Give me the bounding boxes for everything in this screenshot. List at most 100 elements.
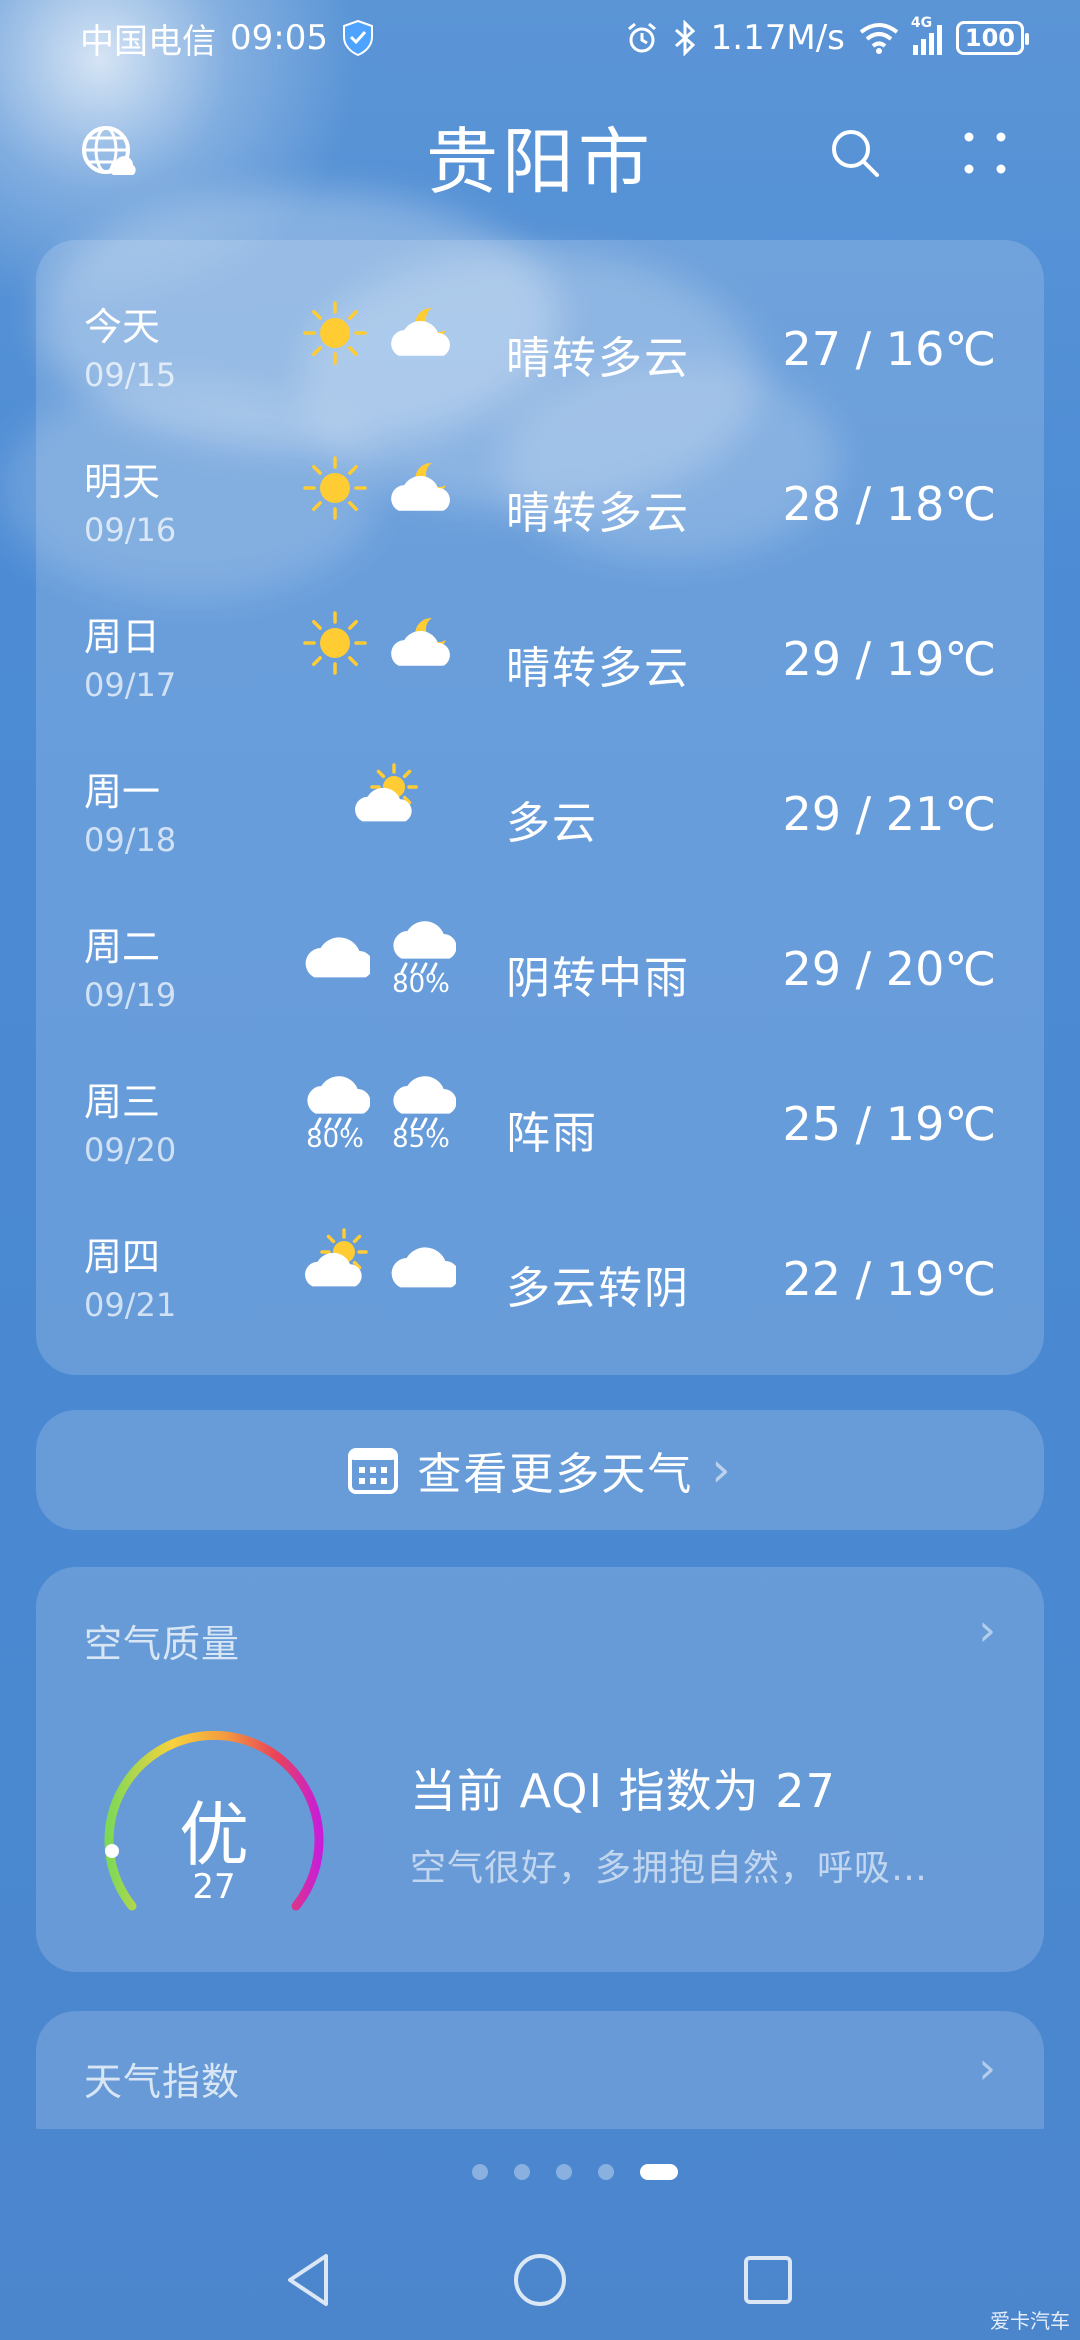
day-date: 09/19: [84, 976, 177, 1014]
day-name: 周二: [84, 925, 161, 969]
recent-square-icon: [744, 2256, 792, 2304]
page-indicator: [0, 2164, 1080, 2180]
status-bar: 中国电信 09:05 1.17M/s 4G 100: [0, 0, 1080, 76]
condition-label: 晴转多云: [506, 333, 690, 384]
aqi-level: 优: [179, 1794, 249, 1876]
rain-icon: 85%: [386, 1073, 456, 1153]
temperature-range: 29 / 21℃: [782, 787, 996, 841]
forecast-row[interactable]: 周二 09/19 80% 阴转中雨 29 / 20℃: [36, 892, 1044, 1047]
globe-cloud-icon: [82, 126, 136, 175]
navigation-bar: [0, 2240, 1080, 2320]
chevron-right-icon: ›: [978, 1605, 996, 1656]
forecast-day: 周三 09/20: [84, 1077, 176, 1173]
chevron-right-icon: ›: [711, 1442, 733, 1498]
back-triangle-icon: [288, 2254, 328, 2306]
partly-cloudy-day-icon: [300, 1228, 370, 1298]
recent-apps-button[interactable]: [728, 2240, 808, 2320]
condition-label: 多云转阴: [506, 1263, 690, 1314]
home-circle-icon: [514, 2254, 566, 2306]
page-dot: [514, 2164, 530, 2180]
more-weather-button[interactable]: 查看更多天气 ›: [36, 1410, 1044, 1530]
air-quality-card[interactable]: 空气质量 › 优 27 当前 AQI 指数为 27 空气很好，多拥抱自然，呼吸…: [36, 1567, 1044, 1972]
air-quality-title: 空气质量: [84, 1622, 241, 1666]
temperature-range: 25 / 19℃: [782, 1097, 996, 1151]
aqi-headline: 当前 AQI 指数为 27: [410, 1764, 836, 1818]
temperature-range: 29 / 20℃: [782, 942, 996, 996]
day-name: 周一: [84, 770, 161, 814]
condition-label: 晴转多云: [506, 643, 690, 694]
clock: 09:05: [230, 18, 328, 58]
weather-icons: 80% 85%: [286, 1073, 486, 1183]
forecast-row[interactable]: 周日 09/17 晴转多云 29 / 19℃: [36, 582, 1044, 737]
search-button[interactable]: [820, 118, 890, 188]
sunny-icon: [300, 298, 370, 368]
precipitation-label: 80%: [392, 969, 450, 999]
forecast-day: 周四 09/21: [84, 1232, 176, 1328]
cloudy-icon: [300, 918, 370, 988]
day-date: 09/17: [84, 666, 177, 704]
shield-icon: [342, 20, 373, 56]
sunny-icon: [300, 453, 370, 523]
search-icon: [832, 130, 879, 177]
forecast-row[interactable]: 今天 09/15 晴转多云 27 / 16℃: [36, 272, 1044, 427]
bluetooth-icon: [674, 20, 695, 56]
chevron-right-icon: ›: [978, 2043, 996, 2094]
forecast-day: 明天 09/16: [84, 457, 176, 553]
city-manage-button[interactable]: [74, 118, 144, 188]
forecast-card: 今天 09/15 晴转多云 27 / 16℃ 明天 09/16 晴转多云 28 …: [36, 240, 1044, 1375]
weather-icons: [286, 298, 486, 408]
weather-icons: 80%: [286, 918, 486, 1028]
cell-signal-icon: 4G: [911, 15, 942, 55]
wifi-icon: [859, 23, 899, 54]
condition-label: 阵雨: [506, 1108, 598, 1159]
rain-icon: 80%: [386, 918, 456, 998]
condition-label: 多云: [506, 798, 598, 849]
more-options-button[interactable]: [950, 118, 1020, 188]
rain-icon: 80%: [300, 1073, 370, 1153]
forecast-row[interactable]: 周四 09/21 多云转阴 22 / 19℃: [36, 1202, 1044, 1357]
temperature-range: 29 / 19℃: [782, 632, 996, 686]
weather-index-title: 天气指数: [84, 2060, 241, 2104]
condition-label: 阴转中雨: [506, 953, 690, 1004]
city-title: 贵阳市: [425, 119, 654, 204]
partly-cloudy-night-icon: [386, 453, 456, 523]
day-name: 今天: [84, 305, 161, 349]
day-name: 周日: [84, 615, 161, 659]
precipitation-label: 80%: [306, 1124, 364, 1154]
network-speed: 1.17M/s: [710, 18, 845, 58]
page-dot: [598, 2164, 614, 2180]
cloudy-icon: [386, 1228, 456, 1298]
aqi-gauge: 优 27: [94, 1719, 334, 1939]
day-date: 09/21: [84, 1286, 177, 1324]
forecast-row[interactable]: 周三 09/20 80% 85% 阵雨 25 / 19℃: [36, 1047, 1044, 1202]
network-type-label: 4G: [910, 15, 933, 31]
day-date: 09/20: [84, 1131, 177, 1169]
page-dot: [472, 2164, 488, 2180]
day-date: 09/16: [84, 511, 177, 549]
more-dots-icon: [964, 132, 1006, 174]
day-name: 明天: [84, 460, 161, 504]
more-weather-label: 查看更多天气: [417, 1449, 694, 1500]
forecast-day: 今天 09/15: [84, 302, 176, 398]
header: 贵阳市: [0, 100, 1080, 210]
home-button[interactable]: [500, 2240, 580, 2320]
precipitation-label: 85%: [392, 1124, 450, 1154]
forecast-day: 周二 09/19: [84, 922, 176, 1018]
temperature-range: 28 / 18℃: [782, 477, 996, 531]
weather-icons: [286, 763, 486, 873]
battery-indicator: 100: [955, 21, 1030, 55]
temperature-range: 27 / 16℃: [782, 322, 996, 376]
weather-icons: [286, 1228, 486, 1338]
page-dot-active: [640, 2164, 678, 2180]
day-name: 周四: [84, 1235, 161, 1279]
forecast-day: 周一 09/18: [84, 767, 176, 863]
weather-index-card[interactable]: 天气指数 ›: [36, 2011, 1044, 2129]
condition-label: 晴转多云: [506, 488, 690, 539]
forecast-day: 周日 09/17: [84, 612, 176, 708]
temperature-range: 22 / 19℃: [782, 1252, 996, 1306]
forecast-row[interactable]: 周一 09/18 多云 29 / 21℃: [36, 737, 1044, 892]
carrier-label: 中国电信: [80, 21, 216, 62]
forecast-list: 今天 09/15 晴转多云 27 / 16℃ 明天 09/16 晴转多云 28 …: [36, 272, 1044, 1357]
back-button[interactable]: [268, 2240, 348, 2320]
forecast-row[interactable]: 明天 09/16 晴转多云 28 / 18℃: [36, 427, 1044, 582]
